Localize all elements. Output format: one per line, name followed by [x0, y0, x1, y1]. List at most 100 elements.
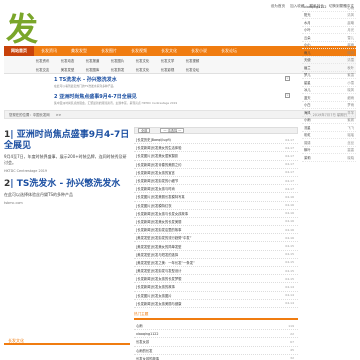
member-name[interactable]: 月光: [347, 27, 354, 32]
list-item-title[interactable]: [长发图片]长发女孩图片: [136, 293, 172, 298]
subnav-item[interactable]: 长发交友: [30, 67, 55, 72]
subnav-item[interactable]: 长发资讯: [30, 58, 55, 63]
member-name[interactable]: 小雪: [347, 80, 354, 85]
promo-item[interactable]: 2| TS洗发水 - 孙兴慜洗发水 在此可以选择体验丝丹黛TS的多种产品 tsb…: [4, 179, 130, 205]
list-item-title[interactable]: [美发发型]长发美女的简单发型: [136, 244, 181, 249]
member-name[interactable]: 秋叶: [347, 65, 354, 70]
ad-title[interactable]: 1 TS洗发水 - 孙兴慜洗发水: [54, 76, 284, 83]
list-item-title[interactable]: [长发新闻]长发美女的生活体验: [136, 145, 181, 150]
hot-topic-item[interactable]: 长发女孩 67: [134, 338, 298, 347]
list-item-title[interactable]: [美发发型]长发剪发的流行趋势“中发”: [136, 235, 191, 240]
list-item[interactable]: [长发新闻]长发美女的长发美丽 04-16: [134, 218, 298, 227]
promo-title-text[interactable]: TS洗发水 - 孙兴慜洗发水: [17, 179, 121, 189]
member-name[interactable]: 紫霞: [347, 72, 354, 77]
list-item-title[interactable]: [长发新闻]长发青春的美丽之约: [136, 162, 181, 167]
member-name[interactable]: 幽兰: [304, 65, 311, 70]
list-item[interactable]: [长发新闻]长发女孩的宣言 04-17: [134, 169, 298, 177]
list-item[interactable]: [美发发型]长发之美：一年长发“一条发” 04-15: [134, 259, 298, 267]
hot-topic-name[interactable]: 心雨: [136, 323, 143, 328]
promo-title-text[interactable]: 亚洲时尚焦点盛事9月4-7日全展见: [4, 130, 129, 151]
nav-novel[interactable]: 长发小说: [184, 46, 214, 56]
promo-title[interactable]: 2| TS洗发水 - 孙兴慜洗发水: [4, 179, 130, 190]
category-select[interactable]: 全部: [138, 128, 151, 133]
list-item-title[interactable]: [长发图片]长发模特红衣: [136, 203, 172, 208]
member-name[interactable]: 霏霏: [347, 147, 354, 152]
member-name[interactable]: 冰儿: [304, 87, 311, 92]
member-name[interactable]: 小雨: [304, 117, 311, 122]
ad-banner-2[interactable]: 2 亚洲时尚焦点盛事9月4-7日全展见 集中亚洲时尚焦点的展会，汇聚最新的潮流资…: [54, 93, 290, 107]
close-icon[interactable]: ×: [285, 93, 290, 98]
list-item-title[interactable]: [长发图片]长发美丽长发模特写真: [136, 194, 185, 199]
breadcrumb-home[interactable]: 中国长发网: [33, 112, 50, 117]
member-name[interactable]: 晨雨: [347, 42, 354, 47]
nav-hairstyle[interactable]: 美发发型: [64, 46, 94, 56]
member-name[interactable]: 茉莉: [304, 155, 311, 160]
subnav-item[interactable]: 长发图片: [105, 58, 130, 63]
list-item[interactable]: [美发发型]长发剪发与发型设计 04-15: [134, 267, 298, 276]
list-item-title[interactable]: [长发新闻]长发女孩美丽与健康: [136, 301, 181, 306]
hot-topic-name[interactable]: xiaoqing1122: [136, 332, 159, 336]
subnav-item[interactable]: 长发图库: [80, 67, 105, 72]
subnav-item[interactable]: 长发文化: [130, 67, 155, 72]
member-name[interactable]: 清风: [347, 12, 354, 17]
ad-title-text[interactable]: 亚洲时尚焦点盛事9月4-7日全展见: [59, 94, 137, 100]
subnav-item[interactable]: 长发影视: [155, 67, 180, 72]
member-name[interactable]: 小小: [304, 42, 311, 47]
set-home-link[interactable]: 设为首页: [271, 4, 285, 9]
member-name[interactable]: 晓月: [347, 50, 354, 55]
list-item[interactable]: [美发发型]长发与短发的选择 04-15: [134, 251, 298, 259]
subnav-item[interactable]: 长发剪发: [105, 67, 130, 72]
member-name[interactable]: 小叶: [304, 27, 311, 32]
list-item[interactable]: [长发新闻]长发剪发店里的故事 04-16: [134, 226, 298, 235]
nav-home[interactable]: 网站首页: [4, 46, 34, 56]
list-item[interactable]: [长发新闻]长发剪发的小细节 04-17: [134, 177, 298, 186]
ad-title-text[interactable]: TS洗发水 - 孙兴慜洗发水: [59, 77, 117, 83]
subnav-item[interactable]: 长发文化: [130, 58, 155, 63]
list-item-title[interactable]: [长发新闻]长发剪发店里的故事: [136, 227, 181, 232]
member-name[interactable]: xiaoqing1122: [304, 5, 327, 9]
list-item-title[interactable]: [长发新闻]长发女孩的长发梦想: [136, 276, 181, 281]
member-name[interactable]: 梦儿: [304, 72, 311, 77]
filter-select[interactable]: 一 请选择 一: [160, 128, 185, 133]
list-item[interactable]: [美发发型]长发剪发的流行趋势“中发” 04-16: [134, 234, 298, 243]
list-item-title[interactable]: [美发发型]长发与短发的选择: [136, 252, 178, 257]
list-item[interactable]: [长发新闻]长发美女的生活体验 04-17: [134, 144, 298, 153]
member-name[interactable]: 云朵: [304, 35, 311, 40]
subnav-item[interactable]: 长发文学: [155, 58, 180, 63]
hot-topic-name[interactable]: 长发女孩的故事: [136, 356, 159, 360]
hot-topic-name[interactable]: 心雨的长发: [136, 348, 152, 353]
list-item[interactable]: [长发新闻]长发女孩的长发梦想 04-15: [134, 275, 298, 284]
list-item[interactable]: [长发新闻]长发女孩美丽与健康 04-14: [134, 300, 298, 308]
member-name[interactable]: 海风: [304, 110, 311, 115]
member-name[interactable]: 紫嫣: [347, 117, 354, 122]
list-item[interactable]: [长发图片]长发美女居家摄影 04-17: [134, 152, 298, 161]
list-item-title[interactable]: [长发新闻]长发剪发的小细节: [136, 178, 178, 183]
nav-culture[interactable]: 长发文化: [154, 46, 184, 56]
member-name[interactable]: 彩虹: [304, 132, 311, 137]
member-name[interactable]: 清清: [304, 140, 311, 145]
member-name[interactable]: 瑶瑶: [347, 132, 354, 137]
member-name[interactable]: 细雨: [347, 95, 354, 100]
list-item-title[interactable]: [长发历史]Baeqi(lugfi): [136, 137, 171, 142]
member-name[interactable]: 雨儿: [304, 50, 311, 55]
site-logo[interactable]: 发: [6, 12, 52, 46]
ad-title[interactable]: 2 亚洲时尚焦点盛事9月4-7日全展见: [54, 93, 284, 100]
member-name[interactable]: 芊芊: [347, 110, 354, 115]
hot-topic-item[interactable]: 心雨 119: [134, 322, 298, 331]
subnav-item[interactable]: 美发发型: [55, 67, 80, 72]
list-item[interactable]: [长发新闻]长发女孩与长发女孩故事 04-16: [134, 210, 298, 218]
list-item[interactable]: [长发图片]长发女孩图片 04-14: [134, 292, 298, 300]
member-name[interactable]: 星星: [304, 80, 311, 85]
list-item[interactable]: [长发新闻]长发女孩的故事 04-14: [134, 283, 298, 292]
list-item[interactable]: [长发历史]Baeqi(lugfi) 04-17: [134, 136, 298, 145]
ad-banner-1[interactable]: 1 TS洗发水 - 孙兴慜洗发水 在此可以看到最近热门的TS洗发水系列多种产品 …: [54, 76, 290, 90]
member-name[interactable]: 水月: [304, 20, 311, 25]
hot-topic-item[interactable]: 心雨的长发 45: [134, 347, 298, 355]
hot-topic-item[interactable]: 长发女孩的故事 32: [134, 355, 298, 360]
member-name[interactable]: 天使: [304, 57, 311, 62]
member-name[interactable]: 蓝天: [304, 95, 311, 100]
member-name[interactable]: 晓风: [347, 87, 354, 92]
list-item[interactable]: [长发图片]长发美丽长发模特写真 04-16: [134, 193, 298, 202]
nav-pictures[interactable]: 长发图片: [94, 46, 124, 56]
promo-title[interactable]: 1| 亚洲时尚焦点盛事9月4-7日全展见: [4, 130, 130, 152]
